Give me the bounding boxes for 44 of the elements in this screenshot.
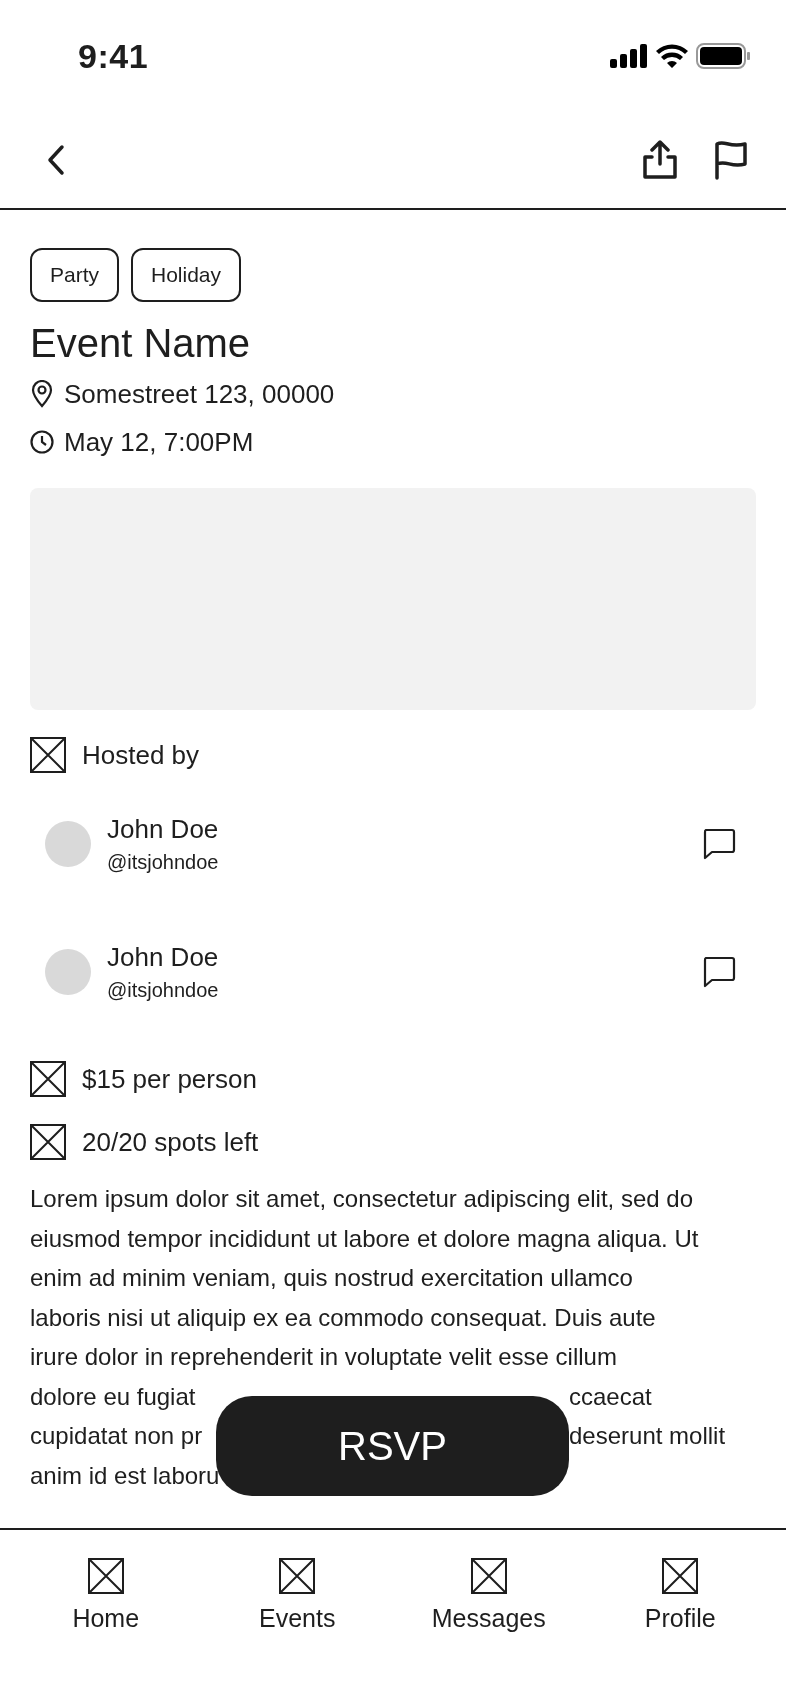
message-button[interactable] <box>702 956 736 988</box>
description-line: laboris nisi ut aliquip ex ea commodo consequat. Duis aute <box>30 1303 656 1331</box>
description-line: Lorem ipsum dolor sit amet, consectetur adipiscing elit, sed do <box>30 1185 693 1212</box>
location-pin-icon <box>30 380 54 408</box>
clock-icon <box>30 430 54 454</box>
placeholder-icon <box>30 737 66 773</box>
status-time: 9:41 <box>78 36 149 76</box>
placeholder-icon <box>470 1558 507 1594</box>
placeholder-icon <box>662 1558 699 1594</box>
host-handle: @itsjohndoe <box>107 851 220 874</box>
event-datetime: May 12, 7:00PM <box>64 426 254 458</box>
category-tag[interactable]: Holiday <box>131 248 242 302</box>
share-button[interactable] <box>642 140 678 180</box>
placeholder-icon <box>30 1061 66 1097</box>
description-line: deserunt mollit <box>569 1421 726 1451</box>
avatar <box>45 821 91 867</box>
description-line: eiusmod tempor incididunt ut labore et dolore magna aliqua. Ut <box>30 1224 699 1252</box>
hosted-by-label: Hosted by <box>82 739 200 771</box>
tab-item[interactable]: Messages <box>393 1530 585 1633</box>
host-handle: @itsjohndoe <box>107 979 220 1002</box>
host-name: John Doe <box>107 942 220 973</box>
tab-item[interactable]: Profile <box>584 1530 776 1633</box>
detail-text: $15 per person <box>82 1063 257 1095</box>
category-tag[interactable]: Party <box>30 248 119 302</box>
description-line: cupidatat non pr <box>30 1421 203 1451</box>
description-line: enim ad minim veniam, quis nostrud exercitation ullamco <box>30 1264 633 1291</box>
tab-item[interactable]: Events <box>201 1530 393 1633</box>
host-name: John Doe <box>107 814 220 845</box>
avatar <box>45 949 91 995</box>
event-address: Somestreet 123, 00000 <box>64 378 335 410</box>
description-line: dolore eu fugiat <box>30 1381 196 1412</box>
detail-text: 20/20 spots left <box>82 1126 259 1158</box>
tab-item[interactable]: Home <box>10 1530 202 1633</box>
description-line: ccaecat <box>569 1381 652 1412</box>
event-title: Event Name <box>30 320 251 367</box>
placeholder-icon <box>87 1558 124 1594</box>
battery-icon <box>696 43 750 69</box>
description-line: irure dolor in reprehenderit in voluptate velit esse cillum <box>30 1343 617 1370</box>
signal-icon <box>610 44 648 68</box>
flag-button[interactable] <box>714 140 748 180</box>
message-button[interactable] <box>702 828 736 860</box>
placeholder-icon <box>279 1558 316 1594</box>
placeholder-icon <box>30 1124 66 1160</box>
wifi-icon <box>656 44 688 68</box>
